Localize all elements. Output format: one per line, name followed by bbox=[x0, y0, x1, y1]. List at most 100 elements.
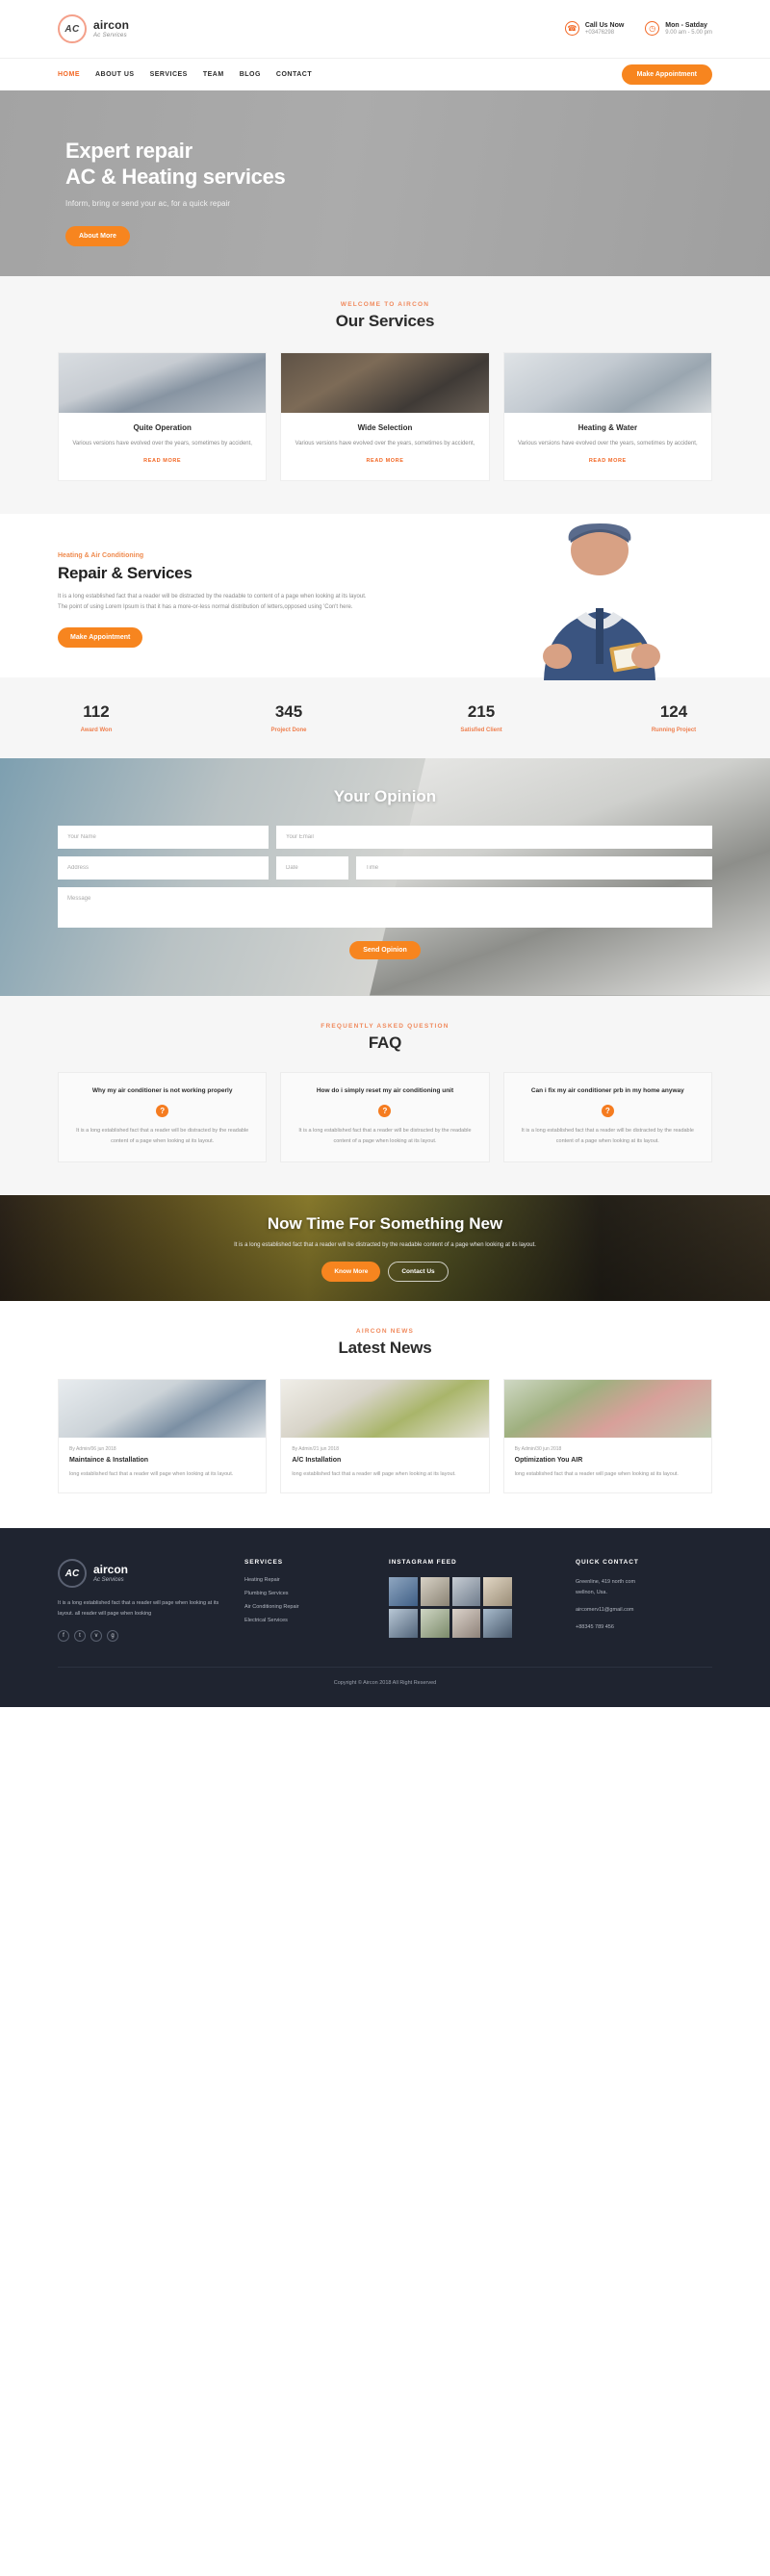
faq-eyebrow: FREQUENTLY ASKED QUESTION bbox=[321, 1022, 449, 1030]
hero-banner: Expert repair AC & Heating services Info… bbox=[0, 90, 770, 276]
site-logo[interactable]: AC aircon Ac Services bbox=[58, 14, 129, 43]
service-card-title: Quite Operation bbox=[133, 423, 192, 432]
stat-label: Satisfied Client bbox=[460, 727, 502, 733]
contact-us-button[interactable]: Contact Us bbox=[388, 1262, 449, 1283]
make-appointment-button[interactable]: Make Appointment bbox=[621, 64, 712, 85]
twitter-icon[interactable]: t bbox=[74, 1630, 86, 1643]
service-card[interactable]: Quite Operation Various versions have ev… bbox=[58, 352, 268, 481]
nav-item-about-us[interactable]: ABOUT US bbox=[95, 71, 135, 78]
footer-container: AC aircon Ac Services It is a long estab… bbox=[58, 1559, 712, 1686]
services-container: WELCOME TO AIRCON Our Services Quite Ope… bbox=[58, 301, 712, 481]
service-card-title: Heating & Water bbox=[578, 423, 638, 432]
google-plus-icon[interactable]: g bbox=[107, 1630, 118, 1643]
footer-email[interactable]: aircomerv11@gmail.com bbox=[576, 1605, 712, 1616]
date-input[interactable] bbox=[276, 855, 348, 880]
instagram-thumbnail[interactable] bbox=[451, 1577, 481, 1607]
technician-portrait-image bbox=[543, 523, 660, 680]
news-card[interactable]: By Admin/30 jun 2018 Optimization You AI… bbox=[502, 1379, 712, 1494]
faq-card[interactable]: Why my air conditioner is not working pr… bbox=[58, 1071, 268, 1163]
address-input[interactable] bbox=[58, 855, 269, 880]
nav-item-team[interactable]: TEAM bbox=[203, 71, 224, 78]
footer-columns: AC aircon Ac Services It is a long estab… bbox=[58, 1559, 712, 1643]
instagram-thumbnail[interactable] bbox=[389, 1577, 418, 1607]
faq-answer: It is a long established fact that a rea… bbox=[76, 1128, 249, 1144]
footer-contact-heading: QUICK CONTACT bbox=[576, 1559, 639, 1567]
service-card-body: Quite Operation Various versions have ev… bbox=[59, 413, 266, 480]
instagram-thumbnail[interactable] bbox=[420, 1609, 449, 1638]
service-card-body: Wide Selection Various versions have evo… bbox=[281, 413, 488, 480]
nav-item-contact[interactable]: CONTACT bbox=[276, 71, 312, 78]
stat-item: 124 Running Project bbox=[578, 702, 770, 733]
hero-title: Expert repair AC & Heating services bbox=[65, 139, 770, 191]
stat-item: 215 Satisfied Client bbox=[385, 702, 578, 733]
read-more-link[interactable]: READ MORE bbox=[589, 458, 627, 464]
name-input[interactable] bbox=[58, 825, 269, 849]
services-section: WELCOME TO AIRCON Our Services Quite Ope… bbox=[0, 276, 770, 514]
nav-item-blog[interactable]: BLOG bbox=[240, 71, 261, 78]
news-photo-1 bbox=[59, 1380, 267, 1439]
call-us-block: ☎ Call Us Now +03476298 bbox=[564, 21, 624, 38]
news-photo-2 bbox=[281, 1380, 489, 1439]
vimeo-icon[interactable]: v bbox=[90, 1630, 102, 1643]
footer-link-plumbing-services[interactable]: Plumbing Services bbox=[244, 1591, 368, 1596]
stat-number: 124 bbox=[659, 701, 688, 721]
footer-link-heating-repair[interactable]: Heating Repair bbox=[244, 1577, 368, 1583]
opening-hours-block: ◷ Mon - Satday 9.00 am - 5.00 pm bbox=[645, 21, 712, 38]
stats-section: 112 Award Won 345 Project Done 215 Satis… bbox=[0, 676, 770, 758]
facebook-icon[interactable]: f bbox=[58, 1630, 69, 1643]
service-card[interactable]: Heating & Water Various versions have ev… bbox=[502, 352, 712, 481]
opinion-title: Your Opinion bbox=[333, 786, 437, 805]
news-container: AIRCON NEWS Latest News By Admin/06 jun … bbox=[58, 1328, 712, 1494]
footer-link-electrical-services[interactable]: Electrical Services bbox=[244, 1618, 368, 1623]
latest-news-section: AIRCON NEWS Latest News By Admin/06 jun … bbox=[0, 1301, 770, 1529]
faq-answer: It is a long established fact that a rea… bbox=[298, 1128, 472, 1144]
faq-card[interactable]: Can i fix my air conditioner prb in my h… bbox=[502, 1071, 712, 1163]
instagram-thumbnail[interactable] bbox=[389, 1609, 418, 1638]
news-card-list: By Admin/06 jun 2018 Maintaince & Instal… bbox=[58, 1379, 712, 1494]
nav-item-home[interactable]: HOME bbox=[58, 71, 80, 78]
know-more-button[interactable]: Know More bbox=[321, 1262, 381, 1283]
question-mark-icon[interactable]: ? bbox=[156, 1105, 169, 1118]
news-meta: By Admin/21 jun 2018 bbox=[292, 1446, 339, 1453]
time-input[interactable] bbox=[356, 855, 712, 880]
footer-logo[interactable]: AC aircon Ac Services bbox=[58, 1559, 223, 1589]
news-card-text: long established fact that a reader will… bbox=[292, 1471, 456, 1478]
cta-title: Now Time For Something New bbox=[267, 1214, 503, 1234]
stat-label: Project Done bbox=[270, 727, 307, 733]
instagram-thumbnail[interactable] bbox=[483, 1609, 512, 1638]
read-more-link[interactable]: READ MORE bbox=[143, 458, 181, 464]
hero-title-line2: AC & Heating services bbox=[65, 164, 286, 189]
clock-icon: ◷ bbox=[645, 21, 660, 37]
instagram-thumbnail[interactable] bbox=[451, 1609, 481, 1638]
headset-icon: ☎ bbox=[564, 21, 579, 37]
footer-instagram-column: INSTAGRAM FEED bbox=[389, 1559, 554, 1642]
footer-phone[interactable]: +88345 789 456 bbox=[576, 1622, 712, 1633]
message-textarea[interactable] bbox=[58, 886, 712, 928]
instagram-thumbnail[interactable] bbox=[420, 1577, 449, 1607]
page-root: AC aircon Ac Services ☎ Call Us Now +034… bbox=[0, 0, 770, 1708]
footer-link-ac-repair[interactable]: Air Conditioning Repair bbox=[244, 1604, 368, 1610]
news-card[interactable]: By Admin/21 jun 2018 A/C Installation lo… bbox=[280, 1379, 490, 1494]
faq-container: FREQUENTLY ASKED QUESTION FAQ Why my air… bbox=[58, 1023, 712, 1163]
stat-label: Award Won bbox=[80, 727, 113, 733]
question-mark-icon[interactable]: ? bbox=[378, 1105, 392, 1118]
call-us-number: +03476298 bbox=[584, 29, 615, 36]
send-opinion-button[interactable]: Send Opinion bbox=[349, 940, 421, 959]
logo-name: aircon bbox=[93, 18, 130, 33]
repair-services-section: Heating & Air Conditioning Repair & Serv… bbox=[0, 513, 770, 680]
footer-services-column: SERVICES Heating Repair Plumbing Service… bbox=[244, 1559, 368, 1642]
about-more-button[interactable]: About More bbox=[65, 225, 130, 246]
news-card-text: long established fact that a reader will… bbox=[514, 1471, 679, 1478]
email-input[interactable] bbox=[276, 825, 712, 849]
footer-contact-column: QUICK CONTACT Greenline, 419 north com w… bbox=[576, 1559, 712, 1642]
repair-make-appointment-button[interactable]: Make Appointment bbox=[58, 626, 143, 648]
faq-card[interactable]: How do i simply reset my air conditionin… bbox=[280, 1071, 490, 1163]
faq-answer: It is a long established fact that a rea… bbox=[521, 1128, 694, 1144]
instagram-thumbnail[interactable] bbox=[483, 1577, 512, 1607]
news-card[interactable]: By Admin/06 jun 2018 Maintaince & Instal… bbox=[58, 1379, 268, 1494]
service-card[interactable]: Wide Selection Various versions have evo… bbox=[280, 352, 490, 481]
nav-item-services[interactable]: SERVICES bbox=[150, 71, 188, 78]
read-more-link[interactable]: READ MORE bbox=[366, 458, 403, 464]
question-mark-icon[interactable]: ? bbox=[601, 1105, 614, 1118]
faq-question: Can i fix my air conditioner prb in my h… bbox=[530, 1086, 684, 1094]
